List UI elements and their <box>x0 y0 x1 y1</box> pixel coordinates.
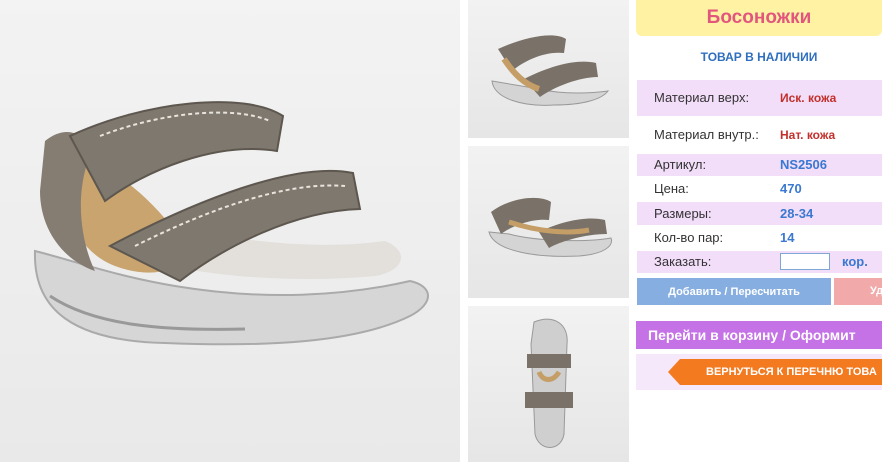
availability-status: ТОВАР В НАЛИЧИИ <box>700 50 818 64</box>
spec-value: 470 <box>780 181 802 196</box>
back-to-list-button[interactable]: ВЕРНУТЬСЯ К ПЕРЕЧНЮ ТОВА <box>668 359 882 385</box>
spec-label: Заказать: <box>654 254 712 269</box>
thumbnail-side-view[interactable] <box>468 0 629 138</box>
order-unit: кор. <box>842 254 868 269</box>
spec-value: Нат. кожа <box>780 128 836 142</box>
spec-row-sizes: Размеры: 28-34 <box>637 202 882 225</box>
sandal-thumb-icon <box>524 318 573 448</box>
spec-row-pairs: Кол-во пар: 14 <box>637 227 882 249</box>
spec-label: Материал верх: <box>654 90 750 105</box>
spec-label: Цена: <box>654 181 689 196</box>
spec-label: Размеры: <box>654 206 712 221</box>
spec-row-price: Цена: 470 <box>637 178 882 200</box>
order-quantity-input[interactable] <box>780 253 830 270</box>
product-title: Босоножки <box>636 0 882 36</box>
delete-button[interactable]: Уд <box>834 278 882 305</box>
sandal-thumb-icon <box>490 35 609 106</box>
add-recalculate-button[interactable]: Добавить / Пересчитать <box>637 278 831 305</box>
spec-value: Иск. кожа <box>780 91 837 105</box>
spec-value: 28-34 <box>780 206 814 221</box>
thumbnail-top-view[interactable] <box>468 306 629 462</box>
spec-row-material-upper: Материал верх: Иск. кожа <box>637 80 882 116</box>
sandal-thumb-icon <box>487 197 612 257</box>
spec-row-material-inner: Материал внутр.: Нат. кожа <box>637 118 882 152</box>
spec-row-sku: Артикул: NS2506 <box>637 154 882 176</box>
spec-label: Материал внутр.: <box>654 127 759 142</box>
product-main-image[interactable] <box>0 0 460 462</box>
spec-label: Кол-во пар: <box>654 230 724 245</box>
sandal-illustration <box>33 101 429 346</box>
spec-label: Артикул: <box>654 157 707 172</box>
spec-row-order: Заказать: кор. <box>637 251 882 273</box>
thumbnail-outer-view[interactable] <box>468 146 629 298</box>
spec-value: NS2506 <box>780 157 827 172</box>
go-to-cart-button[interactable]: Перейти в корзину / Оформит <box>636 321 882 349</box>
spec-value: 14 <box>780 230 795 245</box>
